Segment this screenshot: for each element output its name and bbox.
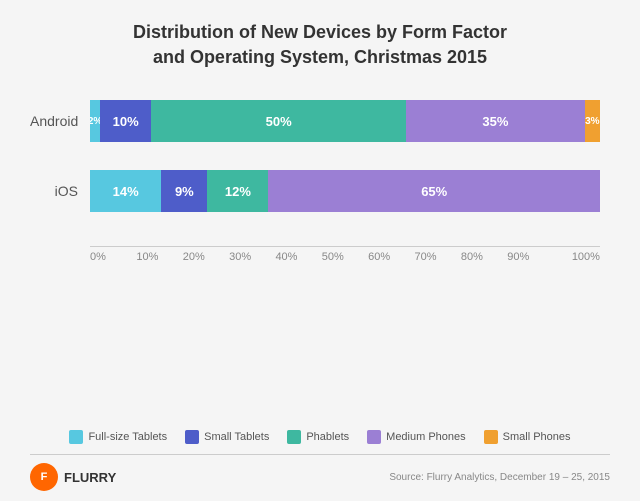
bar-label: Android xyxy=(30,113,90,129)
bar-segment-small-tablet: 9% xyxy=(161,170,207,212)
legend-color-box xyxy=(69,430,83,444)
bar-segment-medium-phone: 35% xyxy=(406,100,585,142)
bar-group-ios: iOS14%9%12%65% xyxy=(90,170,600,212)
legend-color-box xyxy=(367,430,381,444)
bar-segment-phablet: 12% xyxy=(207,170,268,212)
x-tick: 0% xyxy=(90,247,136,263)
legend-color-box xyxy=(287,430,301,444)
legend-label: Small Phones xyxy=(503,431,571,443)
footer: F FLURRY Source: Flurry Analytics, Decem… xyxy=(30,454,610,491)
bar-track: 2%10%50%35%3% xyxy=(90,100,600,142)
x-tick: 100% xyxy=(554,247,600,263)
legend-label: Phablets xyxy=(306,431,349,443)
bar-segment-small-tablet: 10% xyxy=(100,100,151,142)
x-tick: 40% xyxy=(275,247,321,263)
legend-item: Small Phones xyxy=(484,430,571,444)
flurry-icon: F xyxy=(30,463,58,491)
bar-label: iOS xyxy=(30,183,90,199)
legend-item: Small Tablets xyxy=(185,430,269,444)
bar-segment-medium-phone: 65% xyxy=(268,170,600,212)
flurry-name: FLURRY xyxy=(64,470,116,485)
chart-container: Distribution of New Devices by Form Fact… xyxy=(0,0,640,501)
legend-item: Phablets xyxy=(287,430,349,444)
legend-item: Full-size Tablets xyxy=(69,430,167,444)
x-tick: 70% xyxy=(415,247,461,263)
chart-title: Distribution of New Devices by Form Fact… xyxy=(30,20,610,70)
bar-segment-small-phone: 3% xyxy=(585,100,600,142)
legend-color-box xyxy=(185,430,199,444)
bar-segment-full-tablet: 14% xyxy=(90,170,161,212)
x-tick: 80% xyxy=(461,247,507,263)
x-axis: 0%10%20%30%40%50%60%70%80%90%100% xyxy=(90,246,600,263)
flurry-logo: F FLURRY xyxy=(30,463,116,491)
source-text: Source: Flurry Analytics, December 19 – … xyxy=(389,472,610,483)
legend-label: Small Tablets xyxy=(204,431,269,443)
legend-label: Medium Phones xyxy=(386,431,466,443)
legend-item: Medium Phones xyxy=(367,430,466,444)
bar-track: 14%9%12%65% xyxy=(90,170,600,212)
x-tick: 60% xyxy=(368,247,414,263)
legend-color-box xyxy=(484,430,498,444)
bar-segment-full-tablet: 2% xyxy=(90,100,100,142)
x-tick: 10% xyxy=(136,247,182,263)
chart-area: Android2%10%50%35%3%iOS14%9%12%65% 0%10%… xyxy=(30,100,610,418)
legend-label: Full-size Tablets xyxy=(88,431,167,443)
x-tick: 90% xyxy=(507,247,553,263)
x-tick: 20% xyxy=(183,247,229,263)
bar-segment-phablet: 50% xyxy=(151,100,406,142)
bar-group-android: Android2%10%50%35%3% xyxy=(90,100,600,142)
x-tick: 30% xyxy=(229,247,275,263)
x-tick: 50% xyxy=(322,247,368,263)
legend: Full-size Tablets Small Tablets Phablets Me… xyxy=(30,430,610,444)
